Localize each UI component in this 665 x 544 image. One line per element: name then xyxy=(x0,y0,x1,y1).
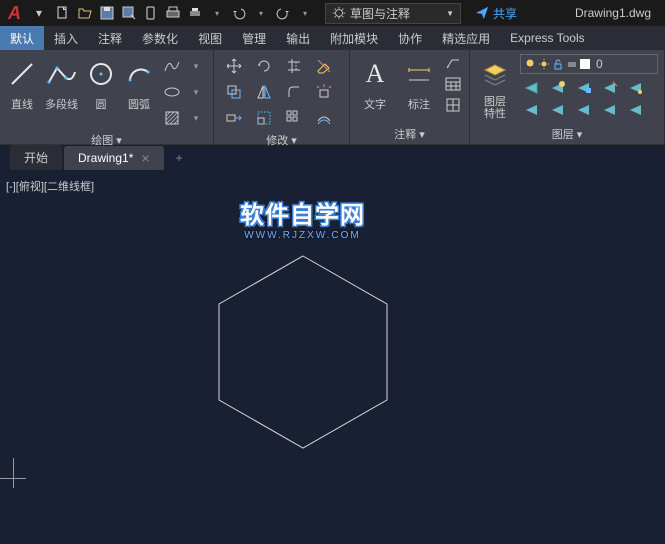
layer-name: 0 xyxy=(596,57,603,71)
redo-dropdown[interactable]: ▾ xyxy=(295,3,315,23)
ribbon: 直线 多段线 圆 圆弧 ▾ ▾ ▾ 绘图 ▾ xyxy=(0,50,665,144)
erase-icon[interactable] xyxy=(310,54,338,78)
new-tab-button[interactable]: + xyxy=(166,147,193,169)
layer-dropdown[interactable]: 0 xyxy=(520,54,658,74)
paper-plane-icon xyxy=(475,6,489,20)
line-button[interactable]: 直线 xyxy=(6,54,38,130)
layer-make-current-icon[interactable] xyxy=(598,78,622,98)
ucs-y-axis xyxy=(13,458,14,488)
rotate-icon[interactable] xyxy=(250,54,278,78)
title-bar: A ▾ ▾ ▾ ▾ 草图与注释 ▼ 共享 Drawing1.dwg xyxy=(0,0,665,26)
redo-icon[interactable] xyxy=(273,3,293,23)
trim-icon[interactable] xyxy=(280,54,308,78)
layer-previous-icon[interactable] xyxy=(520,100,544,120)
layer-match-icon[interactable] xyxy=(624,78,648,98)
close-icon[interactable]: × xyxy=(141,150,149,166)
tab-insert[interactable]: 插入 xyxy=(44,26,88,50)
tab-view[interactable]: 视图 xyxy=(188,26,232,50)
layer-tool-2[interactable] xyxy=(598,100,622,120)
polyline-button[interactable]: 多段线 xyxy=(44,54,79,130)
layer-lock-icon[interactable] xyxy=(572,78,596,98)
tab-featured[interactable]: 精选应用 xyxy=(432,26,500,50)
fillet-icon[interactable] xyxy=(280,80,308,104)
tab-annotate[interactable]: 注释 xyxy=(88,26,132,50)
tab-manage[interactable]: 管理 xyxy=(232,26,276,50)
tab-parametric[interactable]: 参数化 xyxy=(132,26,188,50)
undo-dropdown[interactable]: ▾ xyxy=(251,3,271,23)
print-dropdown[interactable]: ▾ xyxy=(207,3,227,23)
document-title: Drawing1.dwg xyxy=(575,6,661,20)
panel-draw: 直线 多段线 圆 圆弧 ▾ ▾ ▾ 绘图 ▾ xyxy=(0,50,214,144)
panel-annotate: A 文字 标注 注释 ▾ xyxy=(350,50,470,144)
panel-annotate-title[interactable]: 注释 ▾ xyxy=(356,124,463,144)
workspace-label: 草图与注释 xyxy=(350,5,410,22)
viewport-label[interactable]: [-][俯视][二维线框] xyxy=(6,178,94,194)
tool-dropdown-1[interactable]: ▾ xyxy=(185,54,207,78)
new-icon[interactable] xyxy=(53,3,73,23)
app-logo: A xyxy=(4,3,25,24)
layer-properties-button[interactable]: 图层 特性 xyxy=(476,54,514,124)
tab-start[interactable]: 开始 xyxy=(10,145,62,170)
open-icon[interactable] xyxy=(75,3,95,23)
web-mobile-icon[interactable] xyxy=(141,3,161,23)
sun-icon xyxy=(538,58,550,70)
move-icon[interactable] xyxy=(220,54,248,78)
lock-open-icon xyxy=(552,58,564,70)
explode-icon[interactable] xyxy=(310,80,338,104)
panel-modify-title[interactable]: 修改 ▾ xyxy=(220,130,343,150)
copy-icon[interactable] xyxy=(220,80,248,104)
array-icon[interactable] xyxy=(280,106,308,130)
print-icon[interactable] xyxy=(185,3,205,23)
table-icon[interactable] xyxy=(444,75,462,93)
layer-off-icon[interactable] xyxy=(520,78,544,98)
leader-icon[interactable] xyxy=(444,54,462,72)
panel-layers: 图层 特性 0 xyxy=(470,50,665,144)
tool-dropdown-3[interactable]: ▾ xyxy=(185,106,207,130)
plot-icon[interactable] xyxy=(163,3,183,23)
arc-button[interactable]: 圆弧 xyxy=(123,54,155,130)
ellipse-icon[interactable] xyxy=(161,80,183,104)
layer-freeze-icon[interactable] xyxy=(546,78,570,98)
stretch-icon[interactable] xyxy=(220,106,248,130)
save-icon[interactable] xyxy=(97,3,117,23)
text-button[interactable]: A 文字 xyxy=(356,54,394,124)
dimension-button[interactable]: 标注 xyxy=(400,54,438,124)
mirror-icon[interactable] xyxy=(250,80,278,104)
tab-drawing1[interactable]: Drawing1* × xyxy=(64,146,164,170)
scale-icon[interactable] xyxy=(250,106,278,130)
workspace-dropdown[interactable]: 草图与注释 ▼ xyxy=(325,3,461,24)
quick-access-toolbar: ▾ ▾ ▾ xyxy=(53,3,315,23)
tab-addins[interactable]: 附加模块 xyxy=(320,26,388,50)
tab-output[interactable]: 输出 xyxy=(276,26,320,50)
layer-tool-3[interactable] xyxy=(624,100,648,120)
layer-isolate-icon[interactable] xyxy=(546,100,570,120)
panel-layers-title[interactable]: 图层 ▾ xyxy=(476,124,658,144)
plot-layer-icon xyxy=(566,58,578,70)
layer-tool-1[interactable] xyxy=(572,100,596,120)
share-button[interactable]: 共享 xyxy=(475,5,517,22)
watermark: 软件自学网 WWW.RJZXW.COM xyxy=(240,195,365,241)
ribbon-tabs: 默认 插入 注释 参数化 视图 管理 输出 附加模块 协作 精选应用 Expre… xyxy=(0,26,665,50)
tab-default[interactable]: 默认 xyxy=(0,26,44,50)
app-menu-dropdown[interactable]: ▾ xyxy=(29,3,49,23)
saveas-icon[interactable] xyxy=(119,3,139,23)
tool-dropdown-2[interactable]: ▾ xyxy=(185,80,207,104)
undo-icon[interactable] xyxy=(229,3,249,23)
panel-modify: 修改 ▾ xyxy=(214,50,350,144)
annotate-more-icon[interactable] xyxy=(444,96,462,114)
hatch-icon[interactable] xyxy=(161,106,183,130)
drawing-canvas[interactable]: [-][俯视][二维线框] 软件自学网 WWW.RJZXW.COM xyxy=(0,170,665,544)
spline-icon[interactable] xyxy=(161,54,183,78)
gear-icon xyxy=(332,6,346,20)
circle-button[interactable]: 圆 xyxy=(85,54,117,130)
tab-express-tools[interactable]: Express Tools xyxy=(500,26,594,50)
offset-icon[interactable] xyxy=(310,106,338,130)
tab-collaborate[interactable]: 协作 xyxy=(388,26,432,50)
hexagon-shape xyxy=(213,252,393,452)
lightbulb-icon xyxy=(524,58,536,70)
